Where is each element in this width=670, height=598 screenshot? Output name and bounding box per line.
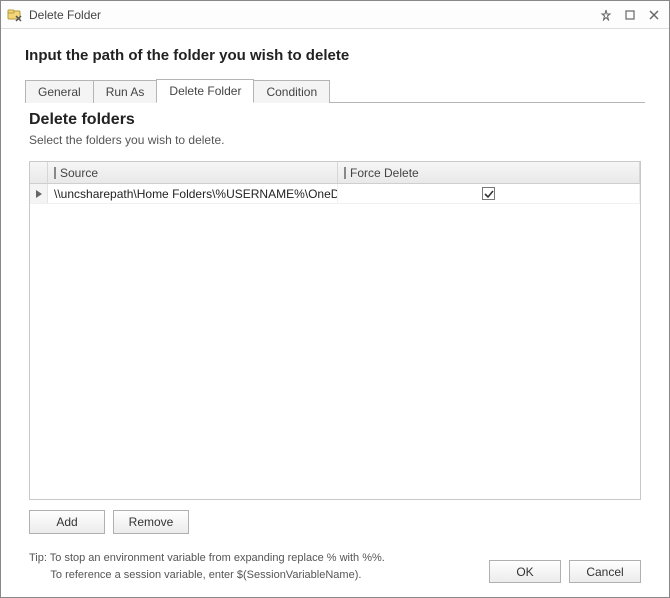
column-grip-icon (54, 167, 56, 179)
dialog-body: Input the path of the folder you wish to… (1, 29, 669, 597)
grid-header: Source Force Delete (30, 162, 640, 184)
ok-button[interactable]: OK (489, 560, 561, 583)
panel-subheading: Delete folders (29, 111, 641, 129)
grid-header-selector[interactable] (30, 162, 48, 183)
tab-run-as[interactable]: Run As (93, 80, 158, 103)
tip-line-1: Tip: To stop an environment variable fro… (29, 552, 385, 564)
folder-delete-icon (7, 7, 23, 23)
remove-button[interactable]: Remove (113, 510, 189, 534)
footer: Tip: To stop an environment variable fro… (29, 550, 641, 583)
cancel-button[interactable]: Cancel (569, 560, 641, 583)
grid-button-row: Add Remove (29, 510, 641, 534)
force-delete-checkbox[interactable] (482, 187, 495, 200)
column-header-force-delete-label: Force Delete (350, 166, 419, 180)
column-header-source-label: Source (60, 166, 98, 180)
checkmark-icon (484, 189, 494, 199)
pin-icon[interactable] (595, 6, 617, 24)
cell-force-delete[interactable] (338, 184, 640, 203)
grid-body[interactable]: \\uncsharepath\Home Folders\%USERNAME%\O… (30, 184, 640, 499)
maximize-icon[interactable] (619, 6, 641, 24)
column-header-force-delete[interactable]: Force Delete (338, 162, 640, 183)
add-button[interactable]: Add (29, 510, 105, 534)
table-row[interactable]: \\uncsharepath\Home Folders\%USERNAME%\O… (30, 184, 640, 204)
close-icon[interactable] (643, 6, 665, 24)
page-heading: Input the path of the folder you wish to… (25, 47, 645, 64)
window-title: Delete Folder (29, 8, 593, 22)
column-grip-icon (344, 167, 346, 179)
row-pointer-icon (35, 190, 43, 198)
tip-text: Tip: To stop an environment variable fro… (29, 550, 481, 583)
tab-delete-folder[interactable]: Delete Folder (156, 79, 254, 103)
titlebar: Delete Folder (1, 1, 669, 29)
dialog-window: Delete Folder Input the path of the fold… (0, 0, 670, 598)
tab-general[interactable]: General (25, 80, 94, 103)
folders-grid: Source Force Delete \\uncsharepath\Home … (29, 161, 641, 500)
cell-source[interactable]: \\uncsharepath\Home Folders\%USERNAME%\O… (48, 184, 338, 203)
tab-panel-delete-folder: Delete folders Select the folders you wi… (25, 103, 645, 583)
column-header-source[interactable]: Source (48, 162, 338, 183)
tab-bar: General Run As Delete Folder Condition (25, 78, 645, 103)
tip-line-2: To reference a session variable, enter $… (50, 569, 361, 581)
tab-condition[interactable]: Condition (253, 80, 330, 103)
row-indicator[interactable] (30, 184, 48, 203)
panel-description: Select the folders you wish to delete. (29, 133, 641, 147)
